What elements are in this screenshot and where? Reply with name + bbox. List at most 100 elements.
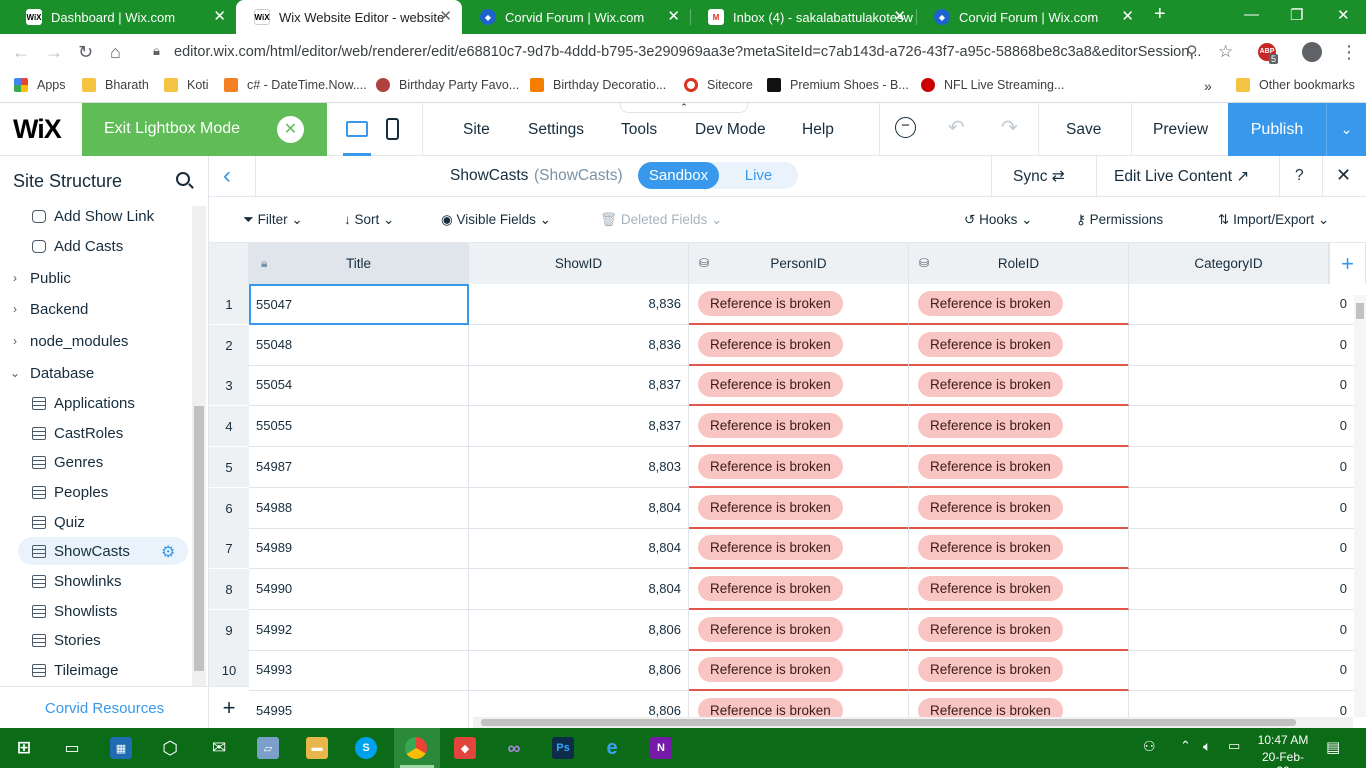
sidebar-item-public[interactable]: › Public: [0, 264, 190, 292]
help-button[interactable]: ?: [1295, 167, 1304, 185]
sidebar-item-showlists[interactable]: Showlists: [0, 597, 190, 625]
categoryid-cell[interactable]: 0: [1129, 650, 1354, 691]
sync-button[interactable]: Sync ⇄: [1013, 167, 1065, 186]
bookmark-link[interactable]: c# - DateTime.Now....: [224, 78, 367, 92]
column-header-showid[interactable]: ShowID: [469, 243, 689, 284]
column-header-personid[interactable]: ⛁ PersonID: [689, 243, 909, 284]
showid-cell[interactable]: 8,804: [469, 488, 689, 529]
windows-start-icon[interactable]: ⊞: [13, 737, 35, 759]
hooks-button[interactable]: ↺ Hooks ⌄: [964, 212, 1032, 228]
more-bookmarks-icon[interactable]: »: [1204, 78, 1212, 94]
desktop-view-icon[interactable]: [346, 121, 368, 137]
sidebar-scroll-thumb[interactable]: [194, 406, 204, 671]
showid-cell[interactable]: 8,836: [469, 325, 689, 366]
minimize-icon[interactable]: —: [1244, 6, 1259, 23]
showid-cell[interactable]: 8,806: [469, 610, 689, 651]
categoryid-cell[interactable]: 0: [1129, 610, 1354, 651]
bookmark-apps[interactable]: Apps: [14, 78, 66, 92]
visual-studio-icon[interactable]: ∞: [503, 737, 525, 759]
chrome-icon[interactable]: [405, 737, 427, 759]
showid-cell[interactable]: 8,806: [469, 650, 689, 691]
sidebar-item-peoples[interactable]: Peoples: [0, 478, 190, 506]
personid-cell[interactable]: Reference is broken: [689, 365, 909, 406]
roleid-cell[interactable]: Reference is broken: [909, 406, 1129, 447]
zoom-icon[interactable]: ⚲: [1186, 42, 1198, 62]
permissions-button[interactable]: ⚷ Permissions: [1076, 212, 1163, 228]
menu-site[interactable]: Site: [463, 121, 490, 139]
home-icon[interactable]: ⌂: [110, 42, 121, 63]
bookmark-link[interactable]: Premium Shoes - B...: [767, 78, 909, 92]
grid-vertical-scrollbar[interactable]: [1354, 295, 1366, 717]
column-header-categoryid[interactable]: CategoryID: [1129, 243, 1329, 284]
close-tab-icon[interactable]: ✕: [667, 9, 680, 25]
roleid-cell[interactable]: Reference is broken: [909, 528, 1129, 569]
personid-cell[interactable]: Reference is broken: [689, 528, 909, 569]
profile-avatar-icon[interactable]: [1302, 42, 1322, 62]
menu-kebab-icon[interactable]: ⋮: [1340, 42, 1358, 63]
sidebar-item-stories[interactable]: Stories: [0, 626, 190, 654]
categoryid-cell[interactable]: 0: [1129, 488, 1354, 529]
personid-cell[interactable]: Reference is broken: [689, 488, 909, 529]
clock-time[interactable]: 10:47 AM: [1256, 733, 1310, 747]
roleid-cell[interactable]: Reference is broken: [909, 284, 1129, 325]
title-cell[interactable]: 54990: [249, 569, 469, 610]
roleid-cell[interactable]: Reference is broken: [909, 569, 1129, 610]
other-bookmarks[interactable]: Other bookmarks: [1236, 78, 1355, 92]
preview-button[interactable]: Preview: [1153, 121, 1208, 139]
browser-tab[interactable]: WiX Dashboard | Wix.com ✕: [8, 0, 236, 34]
gear-icon[interactable]: ⚙: [161, 542, 175, 562]
new-tab-icon[interactable]: +: [1154, 3, 1166, 26]
sidebar-item-backend[interactable]: › Backend: [0, 295, 190, 323]
title-cell[interactable]: 55054: [249, 365, 469, 406]
column-header-title[interactable]: 🔒︎ Title: [249, 243, 469, 284]
menu-help[interactable]: Help: [802, 121, 834, 139]
virtualbox-icon[interactable]: ⬡: [159, 737, 181, 759]
menu-dev-mode[interactable]: Dev Mode: [695, 121, 766, 139]
onenote-icon[interactable]: N: [650, 737, 672, 759]
bookmark-folder[interactable]: Koti: [164, 78, 209, 92]
sidebar-item-tileimage[interactable]: Tileimage: [0, 656, 190, 684]
people-icon[interactable]: ⚇: [1143, 738, 1156, 755]
back-chevron-icon[interactable]: ‹: [223, 162, 231, 190]
bookmark-link[interactable]: Birthday Decoratio...: [530, 78, 666, 92]
roleid-cell[interactable]: Reference is broken: [909, 488, 1129, 529]
edge-icon[interactable]: e: [601, 737, 623, 759]
sort-button[interactable]: ↓ Sort ⌄: [344, 212, 394, 228]
close-tab-icon[interactable]: ✕: [439, 9, 452, 25]
skype-icon[interactable]: S: [355, 737, 377, 759]
tray-chevron-icon[interactable]: ⌃: [1180, 738, 1191, 754]
personid-cell[interactable]: Reference is broken: [689, 569, 909, 610]
omnibox[interactable]: 🔒︎ editor.wix.com/html/editor/web/render…: [140, 39, 1250, 65]
filter-button[interactable]: ⏷ Filter ⌄: [243, 212, 303, 228]
sidebar-item-showlinks[interactable]: Showlinks: [0, 567, 190, 595]
personid-cell[interactable]: Reference is broken: [689, 284, 909, 325]
mode-toggle[interactable]: Sandbox Live: [638, 162, 798, 189]
categoryid-cell[interactable]: 0: [1129, 325, 1354, 366]
close-icon[interactable]: ✕: [1336, 165, 1351, 186]
sidebar-item-add-show-link[interactable]: Add Show Link: [0, 202, 190, 230]
title-cell[interactable]: 54995: [249, 691, 469, 728]
restore-icon[interactable]: ❐: [1290, 6, 1303, 24]
live-tab[interactable]: Live: [719, 162, 798, 189]
showid-cell[interactable]: 8,837: [469, 406, 689, 447]
undo-icon[interactable]: ↶: [948, 115, 965, 140]
sandbox-tab[interactable]: Sandbox: [638, 162, 719, 189]
categoryid-cell[interactable]: 0: [1129, 569, 1354, 610]
close-tab-icon[interactable]: ✕: [893, 9, 906, 25]
browser-tab[interactable]: M Inbox (4) - sakalabattulakotesw ✕: [690, 0, 916, 34]
zoom-out-icon[interactable]: −: [895, 117, 916, 138]
personid-cell[interactable]: Reference is broken: [689, 325, 909, 366]
personid-cell[interactable]: Reference is broken: [689, 610, 909, 651]
mobile-view-icon[interactable]: [386, 118, 399, 140]
browser-tab[interactable]: ◆ Corvid Forum | Wix.com ✕: [916, 0, 1144, 34]
title-cell[interactable]: 54987: [249, 447, 469, 488]
menu-settings[interactable]: Settings: [528, 121, 584, 139]
title-cell[interactable]: 55048: [249, 325, 469, 366]
roleid-cell[interactable]: Reference is broken: [909, 325, 1129, 366]
bookmark-link[interactable]: Sitecore: [684, 78, 753, 92]
sidebar-item-applications[interactable]: Applications: [0, 389, 190, 417]
photoshop-icon[interactable]: Ps: [552, 737, 574, 759]
network-icon[interactable]: ▭: [1228, 738, 1240, 754]
menu-tools[interactable]: Tools: [621, 121, 657, 139]
add-row-icon[interactable]: +: [209, 686, 249, 728]
